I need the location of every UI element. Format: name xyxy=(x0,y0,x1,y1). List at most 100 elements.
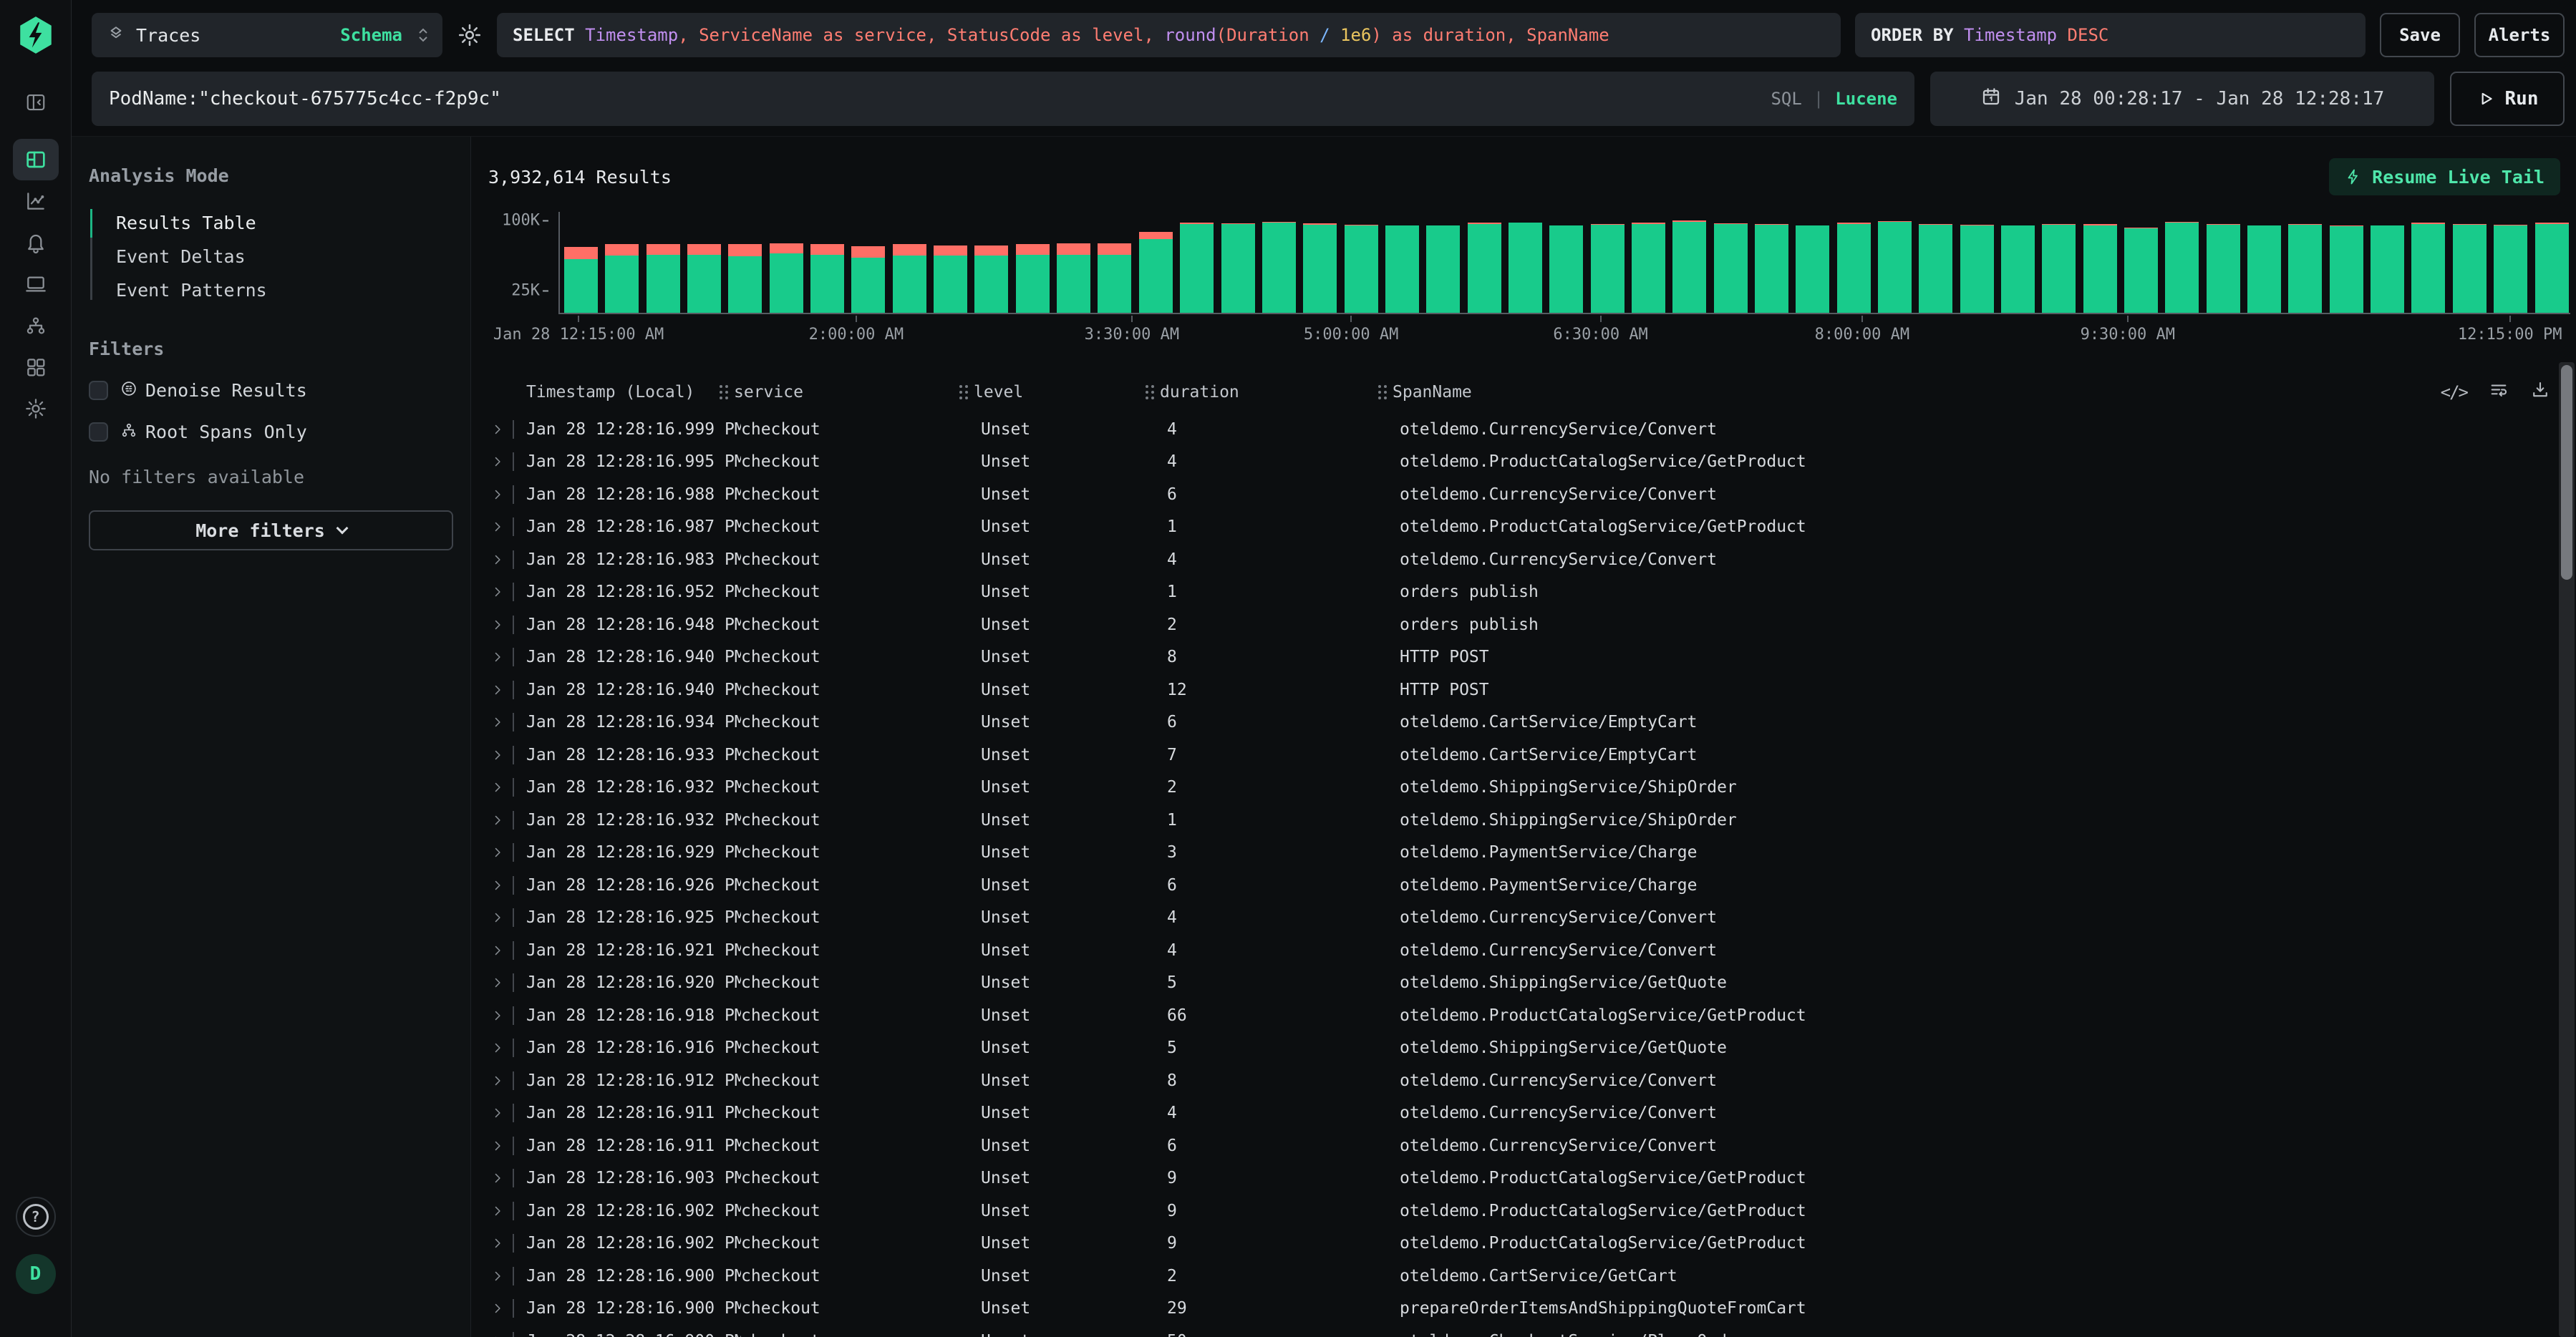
row-expand-chevron-icon[interactable] xyxy=(487,422,508,437)
table-row[interactable]: Jan 28 12:28:16.932 PMcheckoutUnset2otel… xyxy=(487,772,2550,804)
histogram-bar[interactable] xyxy=(1549,225,1583,313)
row-expand-chevron-icon[interactable] xyxy=(487,520,508,534)
histogram-bar[interactable] xyxy=(2207,224,2240,313)
table-row[interactable]: Jan 28 12:28:16.925 PMcheckoutUnset4otel… xyxy=(487,902,2550,935)
histogram-bar[interactable] xyxy=(1714,223,1748,313)
histogram-bar[interactable] xyxy=(1672,220,1706,313)
histogram-bar[interactable] xyxy=(1509,223,1542,313)
table-row[interactable]: Jan 28 12:28:16.932 PMcheckoutUnset1otel… xyxy=(487,804,2550,837)
row-expand-chevron-icon[interactable] xyxy=(487,650,508,664)
table-row[interactable]: Jan 28 12:28:16.929 PMcheckoutUnset3otel… xyxy=(487,837,2550,870)
histogram-bar[interactable] xyxy=(1960,225,1994,313)
histogram-bar[interactable] xyxy=(2411,223,2445,313)
grip-dots-icon[interactable] xyxy=(1378,385,1381,388)
user-avatar[interactable]: D xyxy=(16,1254,56,1294)
table-row[interactable]: Jan 28 12:28:16.921 PMcheckoutUnset4otel… xyxy=(487,934,2550,967)
histogram-bar[interactable] xyxy=(1919,224,1952,313)
histogram-bar[interactable] xyxy=(1837,223,1871,313)
histogram-bar[interactable] xyxy=(2083,224,2117,313)
column-header-service[interactable]: service xyxy=(720,383,959,402)
settings-nav-icon[interactable] xyxy=(13,388,59,429)
root-spans-checkbox[interactable] xyxy=(89,422,108,442)
root-spans-checkbox-row[interactable]: Root Spans Only xyxy=(89,421,453,442)
histogram-bar[interactable] xyxy=(1385,225,1419,313)
row-expand-chevron-icon[interactable] xyxy=(487,1301,508,1316)
table-row[interactable]: Jan 28 12:28:16.995 PMcheckoutUnset4otel… xyxy=(487,446,2550,479)
row-expand-chevron-icon[interactable] xyxy=(487,1074,508,1088)
order-by-editor[interactable]: ORDER BY Timestamp DESC xyxy=(1855,13,2366,57)
histogram-bar[interactable] xyxy=(1303,223,1337,313)
histogram-bar[interactable] xyxy=(1878,221,1912,313)
denoise-checkbox[interactable] xyxy=(89,381,108,400)
histogram-bar[interactable] xyxy=(2288,224,2322,313)
histogram-bar[interactable] xyxy=(1180,223,1214,313)
histogram-bar[interactable] xyxy=(1098,243,1131,313)
histogram-bar[interactable] xyxy=(2001,225,2035,313)
grip-dots-icon[interactable] xyxy=(1146,385,1148,388)
table-scrollbar-track[interactable] xyxy=(2559,362,2575,1337)
mode-item-event-deltas[interactable]: Event Deltas xyxy=(90,240,453,273)
chart-explorer-icon[interactable] xyxy=(13,180,59,222)
histogram-bar[interactable] xyxy=(647,244,680,313)
table-row[interactable]: Jan 28 12:28:16.940 PMcheckoutUnset8HTTP… xyxy=(487,641,2550,674)
source-select[interactable]: Traces Schema xyxy=(92,13,442,57)
mode-item-event-patterns[interactable]: Event Patterns xyxy=(90,273,453,307)
resume-live-tail-button[interactable]: Resume Live Tail xyxy=(2329,158,2560,195)
column-header-level[interactable]: level xyxy=(959,383,1146,402)
download-icon[interactable] xyxy=(2530,380,2550,404)
row-expand-chevron-icon[interactable] xyxy=(487,813,508,827)
histogram-bar[interactable] xyxy=(1468,223,1501,313)
code-view-icon[interactable]: </> xyxy=(2441,382,2467,402)
table-row[interactable]: Jan 28 12:28:16.918 PMcheckoutUnset66ote… xyxy=(487,999,2550,1032)
table-row[interactable]: Jan 28 12:28:16.999 PMcheckoutUnset4otel… xyxy=(487,413,2550,446)
search-nav-icon[interactable] xyxy=(13,139,59,180)
table-row[interactable]: Jan 28 12:28:16.933 PMcheckoutUnset7otel… xyxy=(487,739,2550,772)
table-row[interactable]: Jan 28 12:28:16.920 PMcheckoutUnset5otel… xyxy=(487,967,2550,1000)
row-expand-chevron-icon[interactable] xyxy=(487,1269,508,1283)
row-expand-chevron-icon[interactable] xyxy=(487,1041,508,1055)
row-expand-chevron-icon[interactable] xyxy=(487,553,508,567)
table-row[interactable]: Jan 28 12:28:16.911 PMcheckoutUnset4otel… xyxy=(487,1097,2550,1130)
histogram-bar[interactable] xyxy=(1139,232,1173,313)
histogram-bar[interactable] xyxy=(2165,222,2199,313)
histogram-bar[interactable] xyxy=(2247,225,2281,313)
row-expand-chevron-icon[interactable] xyxy=(487,585,508,599)
histogram-bar[interactable] xyxy=(564,247,598,313)
histogram-bar[interactable] xyxy=(2124,228,2158,313)
language-lucene-toggle[interactable]: Lucene xyxy=(1835,89,1897,109)
row-expand-chevron-icon[interactable] xyxy=(487,1171,508,1185)
histogram-bar[interactable] xyxy=(1591,224,1624,313)
table-row[interactable]: Jan 28 12:28:16.988 PMcheckoutUnset6otel… xyxy=(487,478,2550,511)
collapse-sidebar-icon[interactable] xyxy=(13,82,59,123)
row-expand-chevron-icon[interactable] xyxy=(487,1204,508,1218)
row-expand-chevron-icon[interactable] xyxy=(487,1008,508,1023)
table-row[interactable]: Jan 28 12:28:16.940 PMcheckoutUnset12HTT… xyxy=(487,674,2550,706)
column-header-timestamp[interactable]: Timestamp (Local) xyxy=(487,383,720,402)
histogram-bar[interactable] xyxy=(1796,225,1829,313)
table-row[interactable]: Jan 28 12:28:16.916 PMcheckoutUnset5otel… xyxy=(487,1032,2550,1065)
row-expand-chevron-icon[interactable] xyxy=(487,845,508,860)
row-expand-chevron-icon[interactable] xyxy=(487,1236,508,1250)
sql-select-editor[interactable]: SELECT Timestamp, ServiceName as service… xyxy=(497,13,1841,57)
table-row[interactable]: Jan 28 12:28:16.902 PMcheckoutUnset9otel… xyxy=(487,1195,2550,1227)
alerts-nav-icon[interactable] xyxy=(13,222,59,263)
save-button[interactable]: Save xyxy=(2380,13,2460,57)
mode-item-results-table[interactable]: Results Table xyxy=(90,206,453,240)
histogram-bar[interactable] xyxy=(934,245,967,313)
histogram-bar[interactable] xyxy=(728,244,762,313)
histogram-bar[interactable] xyxy=(2371,225,2404,313)
table-row[interactable]: Jan 28 12:28:16.926 PMcheckoutUnset6otel… xyxy=(487,869,2550,902)
row-expand-chevron-icon[interactable] xyxy=(487,748,508,762)
histogram-bar[interactable] xyxy=(810,244,844,313)
run-button[interactable]: Run xyxy=(2450,72,2565,126)
table-row[interactable]: Jan 28 12:28:16.948 PMcheckoutUnset2orde… xyxy=(487,608,2550,641)
table-row[interactable]: Jan 28 12:28:16.900 PMcheckoutUnset29pre… xyxy=(487,1293,2550,1326)
source-settings-gear-icon[interactable] xyxy=(457,22,483,48)
histogram-bar[interactable] xyxy=(1221,223,1255,313)
table-row[interactable]: Jan 28 12:28:16.983 PMcheckoutUnset4otel… xyxy=(487,543,2550,576)
table-row[interactable]: Jan 28 12:28:16.912 PMcheckoutUnset8otel… xyxy=(487,1064,2550,1097)
services-nav-icon[interactable] xyxy=(13,305,59,346)
row-expand-chevron-icon[interactable] xyxy=(487,454,508,469)
row-expand-chevron-icon[interactable] xyxy=(487,683,508,697)
table-row[interactable]: Jan 28 12:28:16.911 PMcheckoutUnset6otel… xyxy=(487,1129,2550,1162)
